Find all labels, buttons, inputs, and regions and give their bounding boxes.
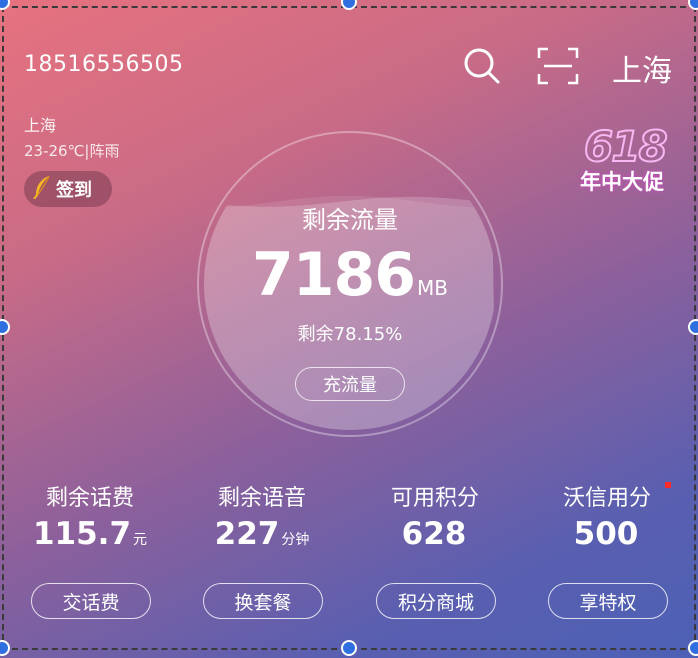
city-selector[interactable]: 上海 xyxy=(612,46,672,90)
topup-data-button[interactable]: 充流量 xyxy=(295,367,405,401)
scan-icon[interactable] xyxy=(536,46,580,86)
data-usage-percent: 剩余78.15% xyxy=(297,324,403,345)
stat-label: 可用积分 xyxy=(390,486,479,511)
notification-dot xyxy=(665,482,671,488)
data-usage-unit: MB xyxy=(417,276,448,300)
stat-credit-score[interactable]: 沃信用分 500 xyxy=(521,480,693,552)
selection-handle-top-right[interactable] xyxy=(688,0,698,10)
data-usage-title: 剩余流量 xyxy=(302,206,398,234)
stat-voice[interactable]: 剩余语音 227 分钟 xyxy=(176,480,348,552)
pay-bill-button[interactable]: 交话费 xyxy=(31,583,151,619)
checkin-button[interactable]: 签到 xyxy=(24,171,112,207)
weather-info: 23-26℃|阵雨 xyxy=(24,142,120,160)
stat-value: 227 xyxy=(214,516,280,552)
selection-handle-middle-left[interactable] xyxy=(0,319,10,335)
stat-label: 剩余语音 xyxy=(217,486,306,511)
promo-618-badge[interactable]: 618 年中大促 xyxy=(578,121,678,198)
promo-text: 年中大促 xyxy=(580,170,664,194)
search-icon[interactable] xyxy=(460,46,504,86)
checkin-label: 签到 xyxy=(56,180,92,201)
phone-number: 18516556505 xyxy=(24,52,184,77)
stat-balance[interactable]: 剩余话费 115.7 元 xyxy=(4,480,176,552)
selection-handle-middle-right[interactable] xyxy=(688,319,698,335)
stat-value: 628 xyxy=(401,516,467,552)
selection-handle-top-center[interactable] xyxy=(341,0,357,10)
selection-handle-bottom-left[interactable] xyxy=(0,640,10,656)
data-usage-fill: 剩余流量 7186 MB 剩余78.15% 充流量 xyxy=(204,138,496,430)
stat-label: 剩余话费 xyxy=(45,486,134,511)
stat-unit: 元 xyxy=(133,532,148,548)
app-screen: 18516556505 上海 上海 23-26℃|阵雨 签到 618 年中大促 xyxy=(0,0,698,658)
data-usage-value: 7186 MB xyxy=(204,240,496,310)
points-mall-button[interactable]: 积分商城 xyxy=(376,583,496,619)
stat-value: 500 xyxy=(573,516,639,552)
selection-handle-bottom-center[interactable] xyxy=(341,640,357,656)
privileges-button[interactable]: 享特权 xyxy=(548,583,668,619)
promo-number: 618 xyxy=(583,121,669,172)
data-usage-gauge: 剩余流量 7186 MB 剩余78.15% 充流量 xyxy=(197,131,503,437)
stat-points[interactable]: 可用积分 628 xyxy=(349,480,521,552)
selection-handle-top-left[interactable] xyxy=(0,0,10,10)
stat-unit: 分钟 xyxy=(281,532,310,548)
change-plan-button[interactable]: 换套餐 xyxy=(203,583,323,619)
stat-value: 115.7 xyxy=(32,516,132,552)
feather-icon xyxy=(32,175,52,204)
selection-handle-bottom-right[interactable] xyxy=(688,640,698,656)
data-usage-amount: 7186 xyxy=(252,240,416,310)
weather-city: 上海 xyxy=(24,116,57,135)
